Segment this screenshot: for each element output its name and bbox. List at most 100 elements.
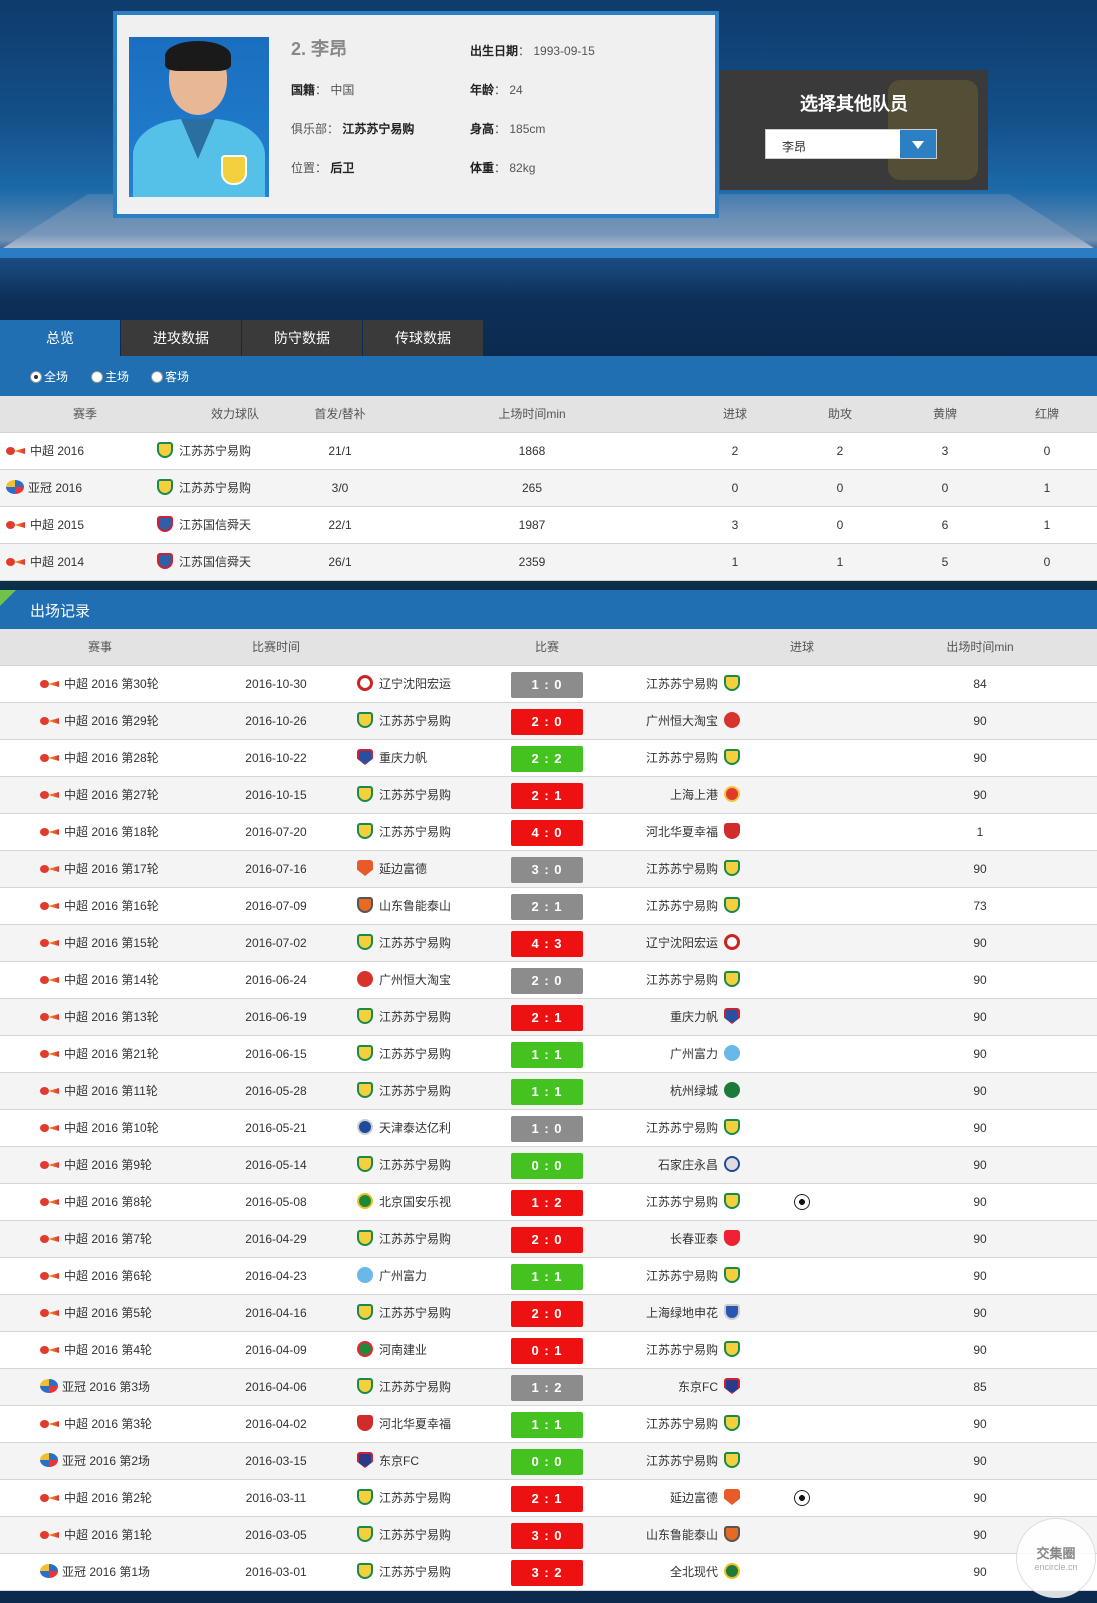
match-date: 2016-04-09 bbox=[245, 1343, 307, 1357]
header-club: 效力球队 bbox=[210, 407, 259, 421]
match-score[interactable]: 1 : 1 bbox=[511, 1042, 583, 1068]
away-team[interactable]: 江苏苏宁易购 bbox=[595, 888, 740, 925]
home-team[interactable]: 河北华夏幸福 bbox=[357, 1406, 502, 1443]
match-score[interactable]: 1 : 2 bbox=[511, 1375, 583, 1401]
radio-icon[interactable] bbox=[30, 371, 42, 383]
match-score[interactable]: 1 : 1 bbox=[511, 1412, 583, 1438]
home-team[interactable]: 重庆力帆 bbox=[357, 740, 502, 777]
home-team[interactable]: 河南建业 bbox=[357, 1332, 502, 1369]
header-starts: 首发/替补 bbox=[314, 407, 366, 421]
away-team[interactable]: 江苏苏宁易购 bbox=[595, 740, 740, 777]
away-team[interactable]: 江苏苏宁易购 bbox=[595, 1443, 740, 1480]
minutes-played: 90 bbox=[973, 1454, 987, 1468]
away-team[interactable]: 江苏苏宁易购 bbox=[595, 851, 740, 888]
away-team[interactable]: 全北现代 bbox=[595, 1554, 740, 1591]
home-team[interactable]: 江苏苏宁易购 bbox=[357, 1369, 502, 1406]
tab-defense[interactable]: 防守数据 bbox=[242, 320, 362, 356]
home-team[interactable]: 江苏苏宁易购 bbox=[357, 1554, 502, 1591]
match-score[interactable]: 2 : 1 bbox=[511, 783, 583, 809]
tab-passing[interactable]: 传球数据 bbox=[363, 320, 483, 356]
away-team[interactable]: 河北华夏幸福 bbox=[595, 814, 740, 851]
home-team[interactable]: 江苏苏宁易购 bbox=[357, 999, 502, 1036]
filter-away[interactable]: 客场 bbox=[151, 368, 189, 385]
away-team[interactable]: 长春亚泰 bbox=[595, 1221, 740, 1258]
match-score[interactable]: 2 : 1 bbox=[511, 1486, 583, 1512]
away-team[interactable]: 江苏苏宁易购 bbox=[595, 1110, 740, 1147]
club-cell[interactable]: 江苏国信舜天 bbox=[157, 544, 307, 581]
home-team[interactable]: 北京国安乐视 bbox=[357, 1184, 502, 1221]
tab-attack[interactable]: 进攻数据 bbox=[121, 320, 241, 356]
radio-icon[interactable] bbox=[151, 371, 163, 383]
home-team[interactable]: 江苏苏宁易购 bbox=[357, 925, 502, 962]
away-team[interactable]: 江苏苏宁易购 bbox=[595, 1184, 740, 1221]
home-team[interactable]: 辽宁沈阳宏运 bbox=[357, 666, 502, 703]
home-team[interactable]: 江苏苏宁易购 bbox=[357, 777, 502, 814]
match-score[interactable]: 4 : 0 bbox=[511, 820, 583, 846]
assists-cell: 0 bbox=[836, 518, 844, 532]
tab-overview[interactable]: 总览 bbox=[0, 320, 120, 356]
match-score[interactable]: 0 : 0 bbox=[511, 1153, 583, 1179]
away-team[interactable]: 山东鲁能泰山 bbox=[595, 1517, 740, 1554]
match-score[interactable]: 3 : 0 bbox=[511, 857, 583, 883]
home-team[interactable]: 江苏苏宁易购 bbox=[357, 1147, 502, 1184]
match-score[interactable]: 1 : 2 bbox=[511, 1190, 583, 1216]
club-cell[interactable]: 江苏苏宁易购 bbox=[157, 470, 307, 507]
club-badge-icon bbox=[357, 1415, 373, 1431]
match-score[interactable]: 1 : 1 bbox=[511, 1264, 583, 1290]
home-team[interactable]: 东京FC bbox=[357, 1443, 502, 1480]
away-team[interactable]: 广州恒大淘宝 bbox=[595, 703, 740, 740]
home-team[interactable]: 广州富力 bbox=[357, 1258, 502, 1295]
away-team[interactable]: 江苏苏宁易购 bbox=[595, 962, 740, 999]
match-score[interactable]: 3 : 2 bbox=[511, 1560, 583, 1586]
home-team[interactable]: 江苏苏宁易购 bbox=[357, 1295, 502, 1332]
club-cell[interactable]: 江苏苏宁易购 bbox=[157, 433, 307, 470]
home-team[interactable]: 江苏苏宁易购 bbox=[357, 1036, 502, 1073]
match-score[interactable]: 2 : 0 bbox=[511, 709, 583, 735]
home-team[interactable]: 广州恒大淘宝 bbox=[357, 962, 502, 999]
away-team[interactable]: 重庆力帆 bbox=[595, 999, 740, 1036]
csl-logo-icon bbox=[40, 1345, 60, 1355]
home-team[interactable]: 山东鲁能泰山 bbox=[357, 888, 502, 925]
match-score[interactable]: 1 : 0 bbox=[511, 1116, 583, 1142]
away-team[interactable]: 石家庄永昌 bbox=[595, 1147, 740, 1184]
starts-cell: 22/1 bbox=[328, 518, 352, 532]
away-team[interactable]: 辽宁沈阳宏运 bbox=[595, 925, 740, 962]
club-badge-icon bbox=[724, 971, 740, 987]
match-score[interactable]: 2 : 0 bbox=[511, 968, 583, 994]
away-team[interactable]: 延边富德 bbox=[595, 1480, 740, 1517]
match-score[interactable]: 2 : 0 bbox=[511, 1301, 583, 1327]
home-team[interactable]: 江苏苏宁易购 bbox=[357, 703, 502, 740]
home-team[interactable]: 延边富德 bbox=[357, 851, 502, 888]
away-team[interactable]: 江苏苏宁易购 bbox=[595, 666, 740, 703]
chevron-down-icon[interactable] bbox=[900, 130, 936, 158]
away-team[interactable]: 上海绿地申花 bbox=[595, 1295, 740, 1332]
match-score[interactable]: 2 : 0 bbox=[511, 1227, 583, 1253]
away-team[interactable]: 东京FC bbox=[595, 1369, 740, 1406]
home-team[interactable]: 江苏苏宁易购 bbox=[357, 1480, 502, 1517]
home-team[interactable]: 江苏苏宁易购 bbox=[357, 1517, 502, 1554]
away-team[interactable]: 广州富力 bbox=[595, 1036, 740, 1073]
match-score[interactable]: 2 : 1 bbox=[511, 894, 583, 920]
match-score[interactable]: 1 : 0 bbox=[511, 672, 583, 698]
match-score[interactable]: 4 : 3 bbox=[511, 931, 583, 957]
home-team[interactable]: 天津泰达亿利 bbox=[357, 1110, 502, 1147]
match-score[interactable]: 2 : 1 bbox=[511, 1005, 583, 1031]
radio-icon[interactable] bbox=[91, 371, 103, 383]
match-score[interactable]: 3 : 0 bbox=[511, 1523, 583, 1549]
away-team[interactable]: 江苏苏宁易购 bbox=[595, 1258, 740, 1295]
filter-all[interactable]: 全场 bbox=[30, 368, 68, 385]
away-team[interactable]: 江苏苏宁易购 bbox=[595, 1406, 740, 1443]
home-team[interactable]: 江苏苏宁易购 bbox=[357, 814, 502, 851]
away-team[interactable]: 上海上港 bbox=[595, 777, 740, 814]
match-score[interactable]: 0 : 1 bbox=[511, 1338, 583, 1364]
player-select-dropdown[interactable]: 李昂 bbox=[765, 129, 937, 159]
filter-home[interactable]: 主场 bbox=[91, 368, 129, 385]
match-score[interactable]: 1 : 1 bbox=[511, 1079, 583, 1105]
away-team[interactable]: 杭州绿城 bbox=[595, 1073, 740, 1110]
home-team[interactable]: 江苏苏宁易购 bbox=[357, 1073, 502, 1110]
home-team[interactable]: 江苏苏宁易购 bbox=[357, 1221, 502, 1258]
match-score[interactable]: 0 : 0 bbox=[511, 1449, 583, 1475]
away-team[interactable]: 江苏苏宁易购 bbox=[595, 1332, 740, 1369]
club-cell[interactable]: 江苏国信舜天 bbox=[157, 507, 307, 544]
match-score[interactable]: 2 : 2 bbox=[511, 746, 583, 772]
